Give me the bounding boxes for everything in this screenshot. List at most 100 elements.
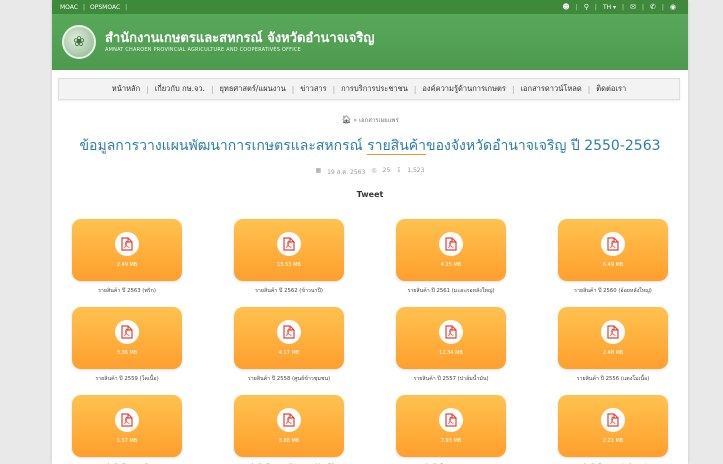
pdf-icon xyxy=(277,232,301,256)
top-separator: | xyxy=(82,3,86,11)
site-title-english: AMNAT CHAROEN PROVINCIAL AGRICULTURE AND… xyxy=(105,47,301,53)
download-tile[interactable]: 3.36 MB xyxy=(72,307,182,369)
phone-icon[interactable]: ✆ xyxy=(650,3,656,11)
top-utilities: ☻ | ⚲ | TH ▾ | ✉ | ✆ | ◉ xyxy=(562,3,676,11)
nav-item[interactable]: หน้าหลัก xyxy=(106,83,146,95)
pdf-icon xyxy=(601,320,625,344)
page-title-start: ข้อมูลการวางแผนพัฒนาการเกษตรและสหกรณ์ xyxy=(79,138,368,154)
file-caption[interactable]: รายสินค้า ปี 2557 (ปาล์มน้ำมัน) xyxy=(396,375,506,383)
file-size: 4.17 MB xyxy=(278,350,300,356)
tweet-button[interactable]: Tweet xyxy=(52,190,688,199)
home-icon[interactable]: 🏠︎ xyxy=(341,115,351,124)
pdf-icon xyxy=(601,232,625,256)
page-title: ข้อมูลการวางแผนพัฒนาการเกษตรและสหกรณ์ รา… xyxy=(52,135,688,157)
page-title-highlight: รายสินค้า xyxy=(367,138,427,155)
download-tile[interactable]: 7.93 MB xyxy=(396,395,506,457)
nav-item[interactable]: การบริการประชาชน xyxy=(335,83,414,95)
site-header: ❀ สำนักงานเกษตรและสหกรณ์ จังหวัดอำนาจเจร… xyxy=(52,14,688,70)
download-tile[interactable]: 6.49 MB xyxy=(558,219,668,281)
language-label: TH xyxy=(602,3,612,11)
search-icon[interactable]: ⚲ xyxy=(584,3,589,11)
eye-icon: ◎ xyxy=(371,167,377,174)
file-size: 1.57 MB xyxy=(116,438,138,444)
pdf-icon xyxy=(439,408,463,432)
ministry-logo[interactable]: ❀ xyxy=(62,25,96,59)
file-caption[interactable]: รายสินค้า ปี 2558 (ศูนย์ข้าวชุมชน) xyxy=(234,375,344,383)
download-tile[interactable]: 2.48 MB xyxy=(558,307,668,369)
pdf-icon xyxy=(601,408,625,432)
file-caption[interactable]: รายสินค้า ปี 2563 (พริก) xyxy=(72,287,182,295)
file-size: 2.21 MB xyxy=(602,438,624,444)
file-card: 4.17 MB รายสินค้า ปี 2558 (ศูนย์ข้าวชุมชน… xyxy=(234,307,344,383)
opsmoac-link[interactable]: OPSMOAC xyxy=(90,4,120,11)
file-size: 2.49 MB xyxy=(116,262,138,268)
top-links: MOAC | OPSMOAC | xyxy=(60,4,127,11)
location-icon[interactable]: ◉ xyxy=(670,3,676,11)
download-tile[interactable]: 12.34 MB xyxy=(396,307,506,369)
file-size: 3.36 MB xyxy=(116,350,138,356)
nav-item[interactable]: องค์ความรู้ด้านการเกษตร xyxy=(416,83,512,95)
mail-icon[interactable]: ✉ xyxy=(630,3,636,11)
pdf-icon xyxy=(439,320,463,344)
top-separator: | xyxy=(622,3,625,11)
file-card: 3.36 MB รายสินค้า ปี 2559 (โคเนื้อ) xyxy=(72,307,182,383)
top-separator: | xyxy=(661,3,664,11)
file-caption[interactable]: รายสินค้า ปี 2556 (แตงโมเนื้อ) xyxy=(558,375,668,383)
nav-item[interactable]: เกี่ยวกับ กษ.จว. xyxy=(149,83,211,95)
file-caption[interactable]: รายสินค้า ปี 2562 (ข้าวนาปี) xyxy=(234,287,344,295)
breadcrumb: 🏠︎ » เอกสารเผยแพร่ xyxy=(52,115,688,125)
calendar-icon: ▦ xyxy=(315,167,322,174)
file-card: 6.49 MB รายสินค้า ปี 2560 (อ้อยหลังใหญ่) xyxy=(558,219,668,295)
top-separator: | xyxy=(641,3,644,11)
top-separator: | xyxy=(125,3,128,11)
pdf-icon xyxy=(439,232,463,256)
file-caption[interactable]: รายสินค้า ปี 2560 (อ้อยหลังใหญ่) xyxy=(558,287,668,295)
file-card: 7.93 MBรายสินค้า ปี 2553 (ยางพารา) xyxy=(396,395,506,464)
file-card: 1.57 MBรายสินค้า ปี 2555 (อ้อย) xyxy=(72,395,182,464)
download-tile[interactable]: 1.57 MB xyxy=(72,395,182,457)
nav-item[interactable]: ข่าวสาร xyxy=(294,83,332,95)
download-tile[interactable]: 2.49 MB xyxy=(72,219,182,281)
publish-date: 19 ส.ค. 2563 xyxy=(327,169,366,176)
file-caption[interactable]: รายสินค้า ปี 2561 (มะละกอหลังใหญ่) xyxy=(396,287,506,295)
download-icon: ↧ xyxy=(396,167,402,174)
download-tile[interactable]: 4.17 MB xyxy=(234,307,344,369)
pdf-icon xyxy=(277,320,301,344)
user-icon[interactable]: ☻ xyxy=(562,3,569,11)
nav-item[interactable]: เอกสารดาวน์โหลด xyxy=(514,83,587,95)
file-card: 2.49 MB รายสินค้า ปี 2563 (พริก) xyxy=(72,219,182,295)
top-separator: | xyxy=(575,3,578,11)
breadcrumb-current[interactable]: เอกสารเผยแพร่ xyxy=(359,117,399,124)
article-meta: ▦ 19 ส.ค. 2563 ◎ 25 ↧ 1,523 xyxy=(52,167,688,177)
pdf-icon xyxy=(115,408,139,432)
download-tile[interactable]: 15.53 MB xyxy=(234,219,344,281)
pdf-icon xyxy=(277,408,301,432)
download-tile[interactable]: 3.88 MB xyxy=(234,395,344,457)
pdf-icon xyxy=(115,232,139,256)
download-tile[interactable]: 2.21 MB xyxy=(558,395,668,457)
pdf-icon xyxy=(115,320,139,344)
top-separator: | xyxy=(594,3,597,11)
page-title-end: ของจังหวัดอำนาจเจริญ ปี 2550-2563 xyxy=(426,138,661,154)
main-nav-wrapper: หน้าหลัก | เกี่ยวกับ กษ.จว. | ยุทธศาสตร์/แผน… xyxy=(52,70,688,100)
language-switch[interactable]: TH ▾ xyxy=(603,4,616,11)
file-grid: 2.49 MB รายสินค้า ปี 2563 (พริก) 15.53 MB ร… xyxy=(72,219,668,464)
file-card: 4.25 MB รายสินค้า ปี 2561 (มะละกอหลังใหญ่… xyxy=(396,219,506,295)
file-card: 12.34 MB รายสินค้า ปี 2557 (ปาล์มน้ำมัน) xyxy=(396,307,506,383)
nav-item[interactable]: ติดต่อเรา xyxy=(590,83,632,95)
view-count: 25 xyxy=(382,167,391,174)
moac-link[interactable]: MOAC xyxy=(60,4,78,11)
file-card: 2.48 MB รายสินค้า ปี 2556 (แตงโมเนื้อ) xyxy=(558,307,668,383)
nav-item[interactable]: ยุทธศาสตร์/แผนงาน xyxy=(213,83,291,95)
file-size: 2.48 MB xyxy=(602,350,624,356)
file-size: 12.34 MB xyxy=(439,350,463,356)
site-title-thai[interactable]: สำนักงานเกษตรและสหกรณ์ จังหวัดอำนาจเจริญ xyxy=(105,31,374,47)
download-count: 1,523 xyxy=(407,167,425,174)
page: MOAC | OPSMOAC | ☻ | ⚲ | TH ▾ | ✉ | ✆ | … xyxy=(52,0,688,464)
breadcrumb-separator: » xyxy=(353,117,358,124)
file-card: 2.21 MBรายสินค้า ปี 2552 (มันสำปะหลัง) xyxy=(558,395,668,464)
file-caption[interactable]: รายสินค้า ปี 2559 (โคเนื้อ) xyxy=(72,375,182,383)
file-card: 15.53 MB รายสินค้า ปี 2562 (ข้าวนาปี) xyxy=(234,219,344,295)
file-size: 7.93 MB xyxy=(440,438,462,444)
download-tile[interactable]: 4.25 MB xyxy=(396,219,506,281)
